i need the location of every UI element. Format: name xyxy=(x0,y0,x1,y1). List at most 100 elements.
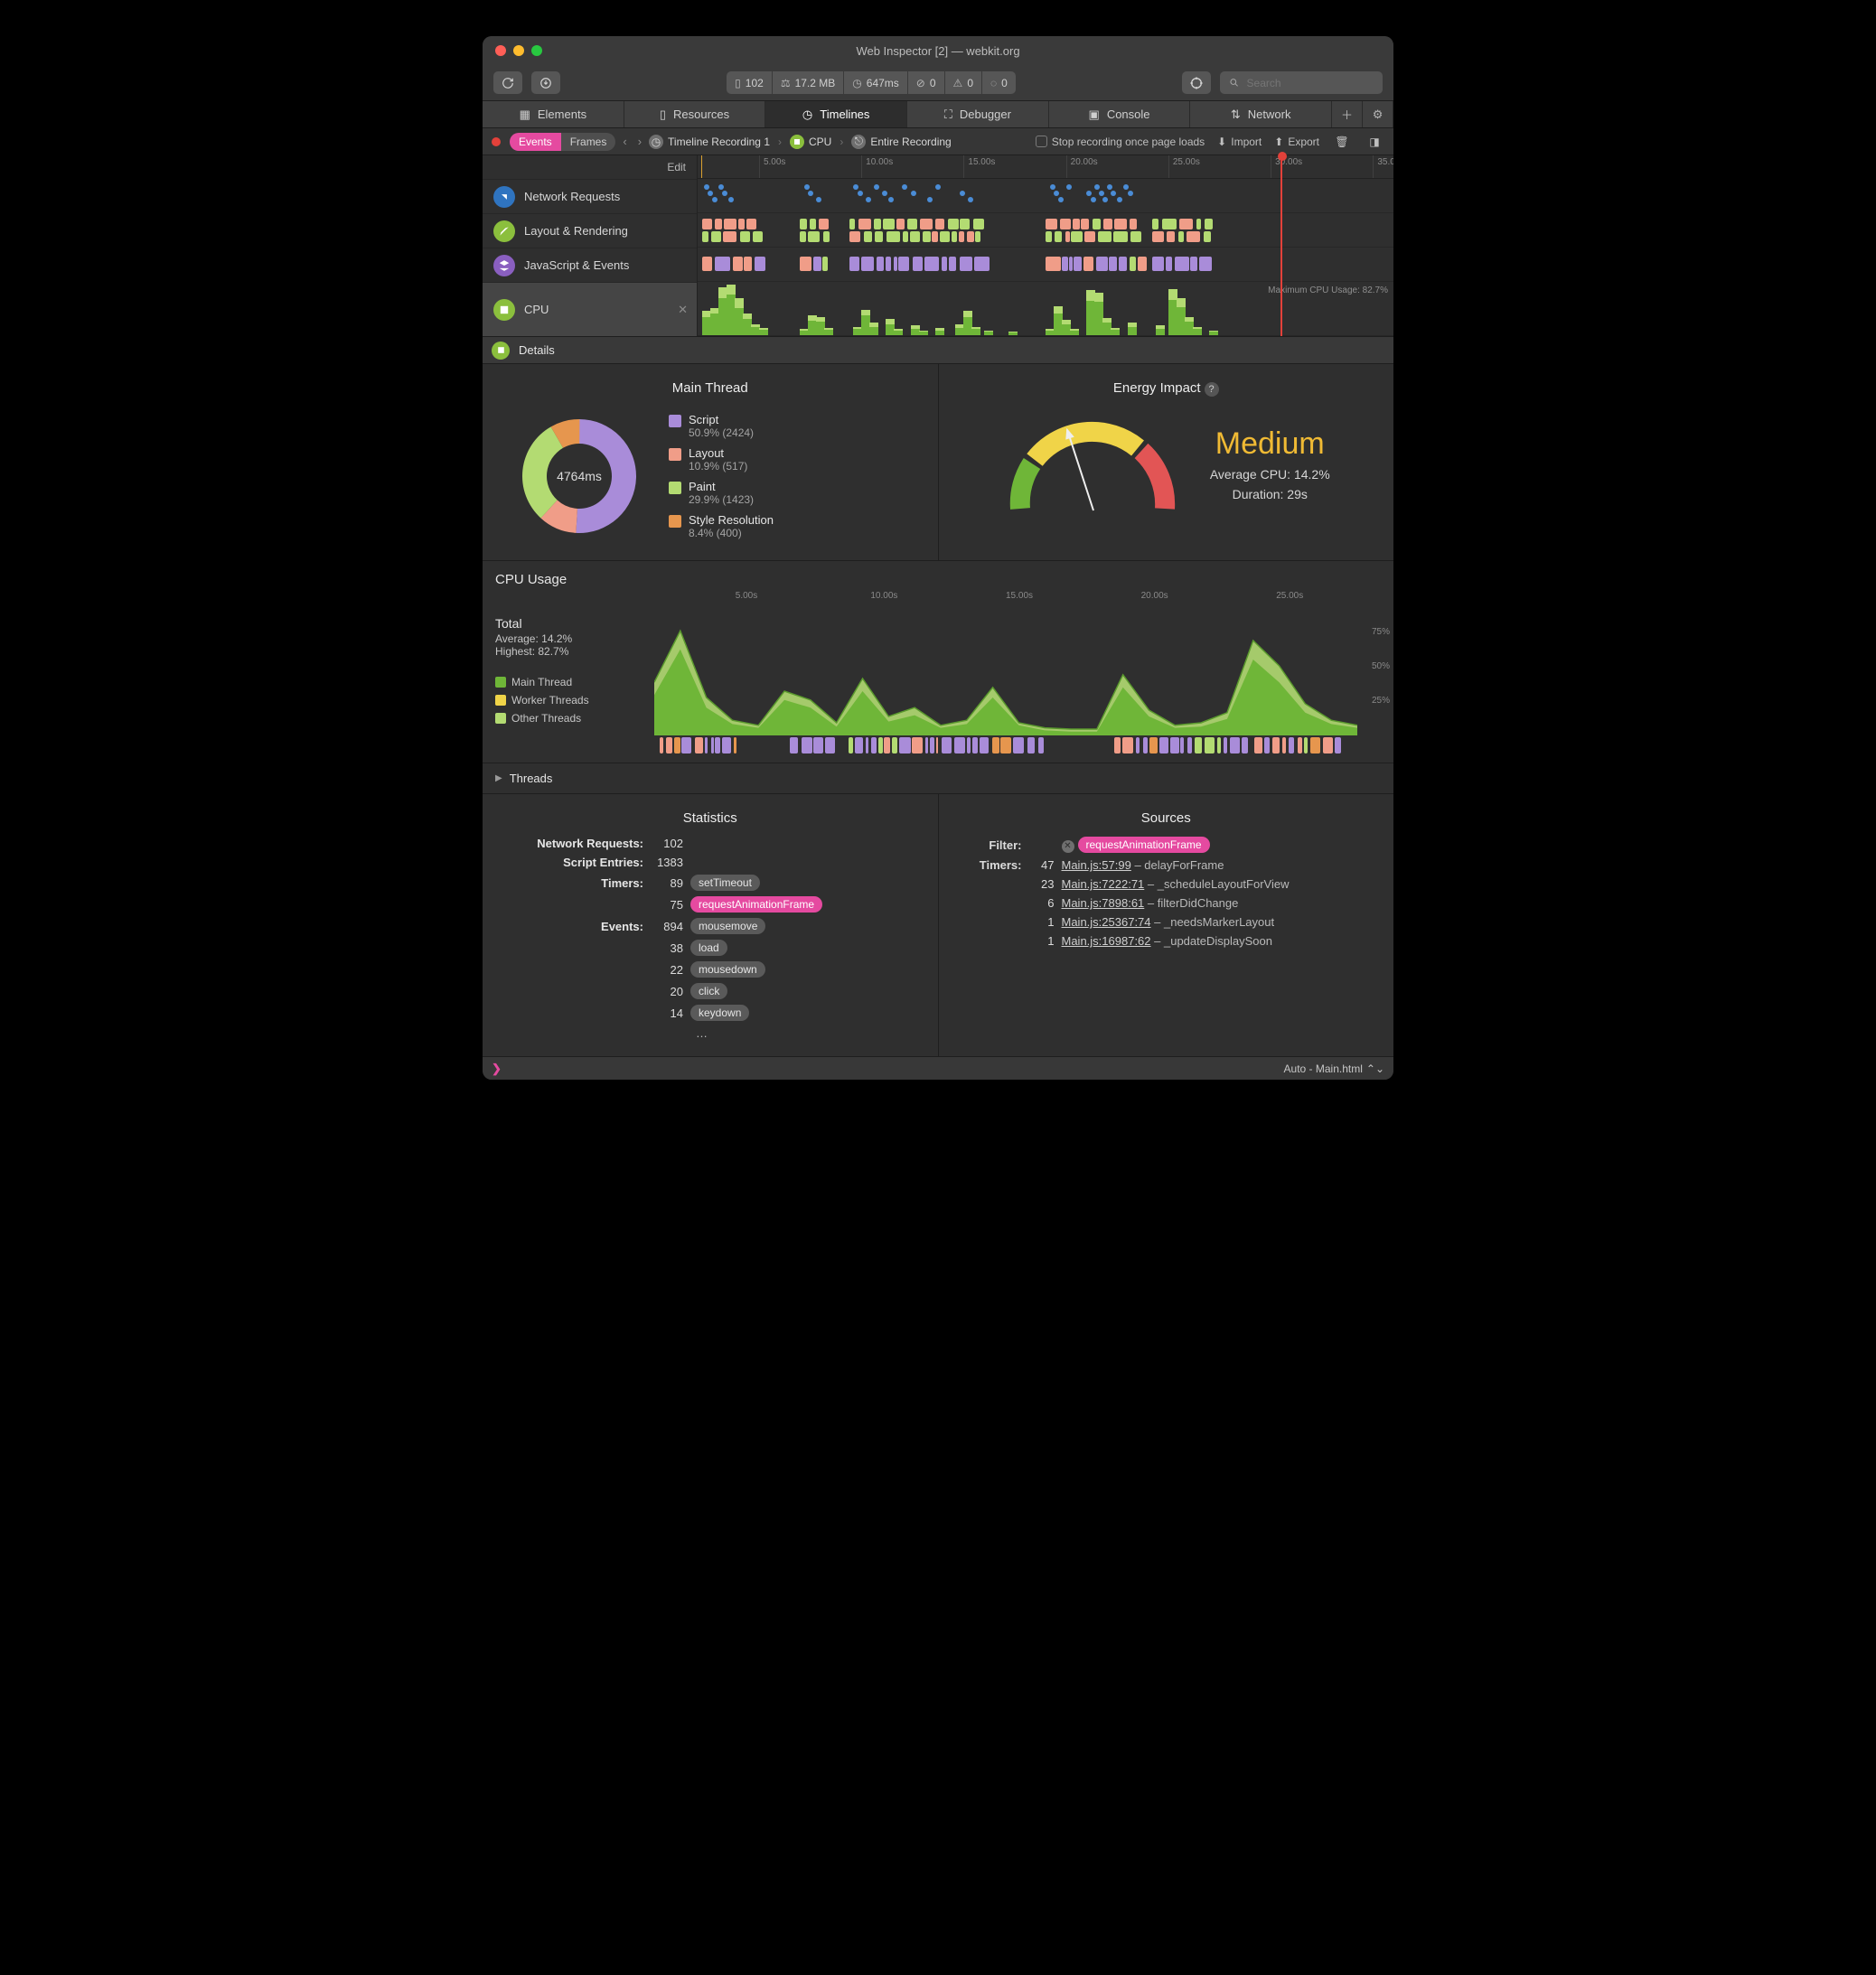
tab-resources[interactable]: ▯Resources xyxy=(624,101,766,127)
filter-tag[interactable]: requestAnimationFrame xyxy=(1078,837,1210,853)
dashboard-metrics: ▯102 ⚖17.2 MB ◷647ms ⊘0 ⚠0 ◌0 xyxy=(727,71,1016,94)
titlebar: Web Inspector [2] — webkit.org xyxy=(483,36,1393,65)
legend-item: Worker Threads xyxy=(495,694,642,707)
clock-icon: ◷ xyxy=(852,77,861,89)
stat-count: 89 xyxy=(651,876,683,890)
overview-ruler[interactable]: 5.00s10.00s15.00s20.00s25.00s30.00s35.00… xyxy=(698,155,1393,179)
stat-count: 102 xyxy=(651,837,683,850)
new-tab-button[interactable]: ＋ xyxy=(1332,101,1363,127)
source-link[interactable]: Main.js:16987:62 xyxy=(1062,934,1151,948)
metric-errors[interactable]: ⊘0 xyxy=(908,71,944,94)
view-events-button[interactable]: Events xyxy=(510,133,561,151)
stat-count: 22 xyxy=(651,963,683,977)
export-button[interactable]: ⬆Export xyxy=(1274,136,1319,148)
more-indicator: … xyxy=(690,1026,922,1040)
energy-duration: Duration: 29s xyxy=(1210,487,1330,501)
panel-title: Energy Impact? xyxy=(955,380,1378,397)
stat-tag[interactable]: mousedown xyxy=(690,961,765,978)
lane-layout[interactable] xyxy=(698,213,1393,248)
forward-button[interactable]: › xyxy=(634,135,645,148)
console-prompt-icon[interactable]: ❯ xyxy=(492,1062,502,1076)
execution-context-selector[interactable]: Auto - Main.html⌃⌄ xyxy=(1284,1062,1384,1075)
timeline-navbar: Events Frames ‹ › ◷Timeline Recording 1 … xyxy=(483,128,1393,155)
cpu-usage-panel: CPU Usage Total Average: 14.2% Highest: … xyxy=(483,561,1393,763)
sources-key: Timers: xyxy=(955,858,1022,872)
stat-count: 894 xyxy=(651,920,683,933)
source-count: 23 xyxy=(1029,877,1055,891)
import-button[interactable]: ⬇Import xyxy=(1217,136,1262,148)
stat-tag[interactable]: setTimeout xyxy=(690,875,760,891)
search-input[interactable] xyxy=(1245,76,1374,90)
tab-debugger[interactable]: ⛶Debugger xyxy=(907,101,1049,127)
metric-warnings[interactable]: ⚠0 xyxy=(945,71,981,94)
instrument-script[interactable]: JavaScript & Events xyxy=(483,248,697,282)
view-frames-button[interactable]: Frames xyxy=(561,133,616,151)
tick: 25.00s xyxy=(1168,155,1204,178)
panel-title: Main Thread xyxy=(499,380,922,396)
stat-count: 20 xyxy=(651,985,683,998)
lane-network[interactable] xyxy=(698,179,1393,213)
toolbar: ▯102 ⚖17.2 MB ◷647ms ⊘0 ⚠0 ◌0 xyxy=(483,65,1393,101)
toggle-right-sidebar-button[interactable]: ◨ xyxy=(1365,132,1384,152)
download-button[interactable] xyxy=(531,71,560,94)
layout-icon xyxy=(493,220,515,242)
details-title: Details xyxy=(519,343,555,357)
chevron-right-icon: ▶ xyxy=(495,773,502,783)
stat-tag[interactable]: requestAnimationFrame xyxy=(690,896,822,913)
stat-count: 38 xyxy=(651,941,683,955)
source-function: – _needsMarkerLayout xyxy=(1154,915,1274,929)
instrument-network[interactable]: Network Requests xyxy=(483,179,697,213)
cpu-average: Average: 14.2% xyxy=(495,632,642,645)
metric-resources[interactable]: ▯102 xyxy=(727,71,772,94)
timeline-overview: Edit Network Requests Layout & Rendering… xyxy=(483,155,1393,337)
breadcrumb[interactable]: ◷Timeline Recording 1 › CPU › ⎋Entire Re… xyxy=(649,135,952,149)
stat-tag[interactable]: click xyxy=(690,983,727,999)
chevron-up-down-icon: ⌃⌄ xyxy=(1366,1062,1384,1075)
instrument-cpu[interactable]: CPU✕ xyxy=(483,282,697,336)
stop-on-load-checkbox[interactable]: Stop recording once page loads xyxy=(1036,136,1205,148)
source-link[interactable]: Main.js:7222:71 xyxy=(1062,877,1145,891)
instrument-layout[interactable]: Layout & Rendering xyxy=(483,213,697,248)
tab-network[interactable]: ⇅Network xyxy=(1190,101,1332,127)
source-count: 1 xyxy=(1029,934,1055,948)
source-link[interactable]: Main.js:57:99 xyxy=(1062,858,1131,872)
element-selection-button[interactable] xyxy=(1182,71,1211,94)
edit-instruments-button[interactable]: Edit xyxy=(667,161,686,173)
tick: 30.00s xyxy=(1271,155,1306,178)
warning-icon: ⚠ xyxy=(953,77,963,89)
search-icon xyxy=(1229,77,1240,89)
stat-tag[interactable]: keydown xyxy=(690,1005,749,1021)
reload-button[interactable] xyxy=(493,71,522,94)
tick: 15.00s xyxy=(963,155,999,178)
playhead[interactable] xyxy=(1280,155,1282,336)
source-link[interactable]: Main.js:25367:74 xyxy=(1062,915,1151,929)
metric-logs[interactable]: ◌0 xyxy=(982,71,1016,94)
tab-timelines[interactable]: ◷Timelines xyxy=(765,101,907,127)
sources-panel: Sources Filter:✕requestAnimationFrameTim… xyxy=(939,794,1394,1056)
metric-time[interactable]: ◷647ms xyxy=(844,71,907,94)
back-button[interactable]: ‹ xyxy=(619,135,630,148)
tab-elements[interactable]: ▦Elements xyxy=(483,101,624,127)
clear-filter-icon[interactable]: ✕ xyxy=(1062,840,1074,853)
search-field[interactable] xyxy=(1220,71,1383,94)
lane-script[interactable] xyxy=(698,248,1393,282)
stat-tag[interactable]: mousemove xyxy=(690,918,765,934)
tab-console[interactable]: ▣Console xyxy=(1049,101,1191,127)
stat-key: Timers: xyxy=(499,876,643,890)
record-button[interactable] xyxy=(492,137,501,146)
source-link[interactable]: Main.js:7898:61 xyxy=(1062,896,1145,910)
stat-tag[interactable]: load xyxy=(690,940,727,956)
tick: 10.00s xyxy=(861,155,896,178)
help-icon[interactable]: ? xyxy=(1205,382,1219,397)
cpu-usage-chart[interactable]: 5.00s10.00s15.00s20.00s25.00s 75% 50% 25… xyxy=(654,591,1393,763)
source-function: – filterDidChange xyxy=(1148,896,1238,910)
lane-cpu[interactable]: Maximum CPU Usage: 82.7% xyxy=(698,282,1393,336)
metric-weight[interactable]: ⚖17.2 MB xyxy=(773,71,843,94)
axis-label: 25% xyxy=(1372,696,1390,706)
threads-disclosure[interactable]: ▶ Threads xyxy=(483,763,1393,794)
close-icon[interactable]: ✕ xyxy=(678,303,688,317)
cpu-total-label: Total xyxy=(495,616,642,631)
clear-button[interactable]: 🗑 xyxy=(1332,132,1352,152)
settings-button[interactable]: ⚙ xyxy=(1363,101,1393,127)
energy-level: Medium xyxy=(1210,426,1330,462)
